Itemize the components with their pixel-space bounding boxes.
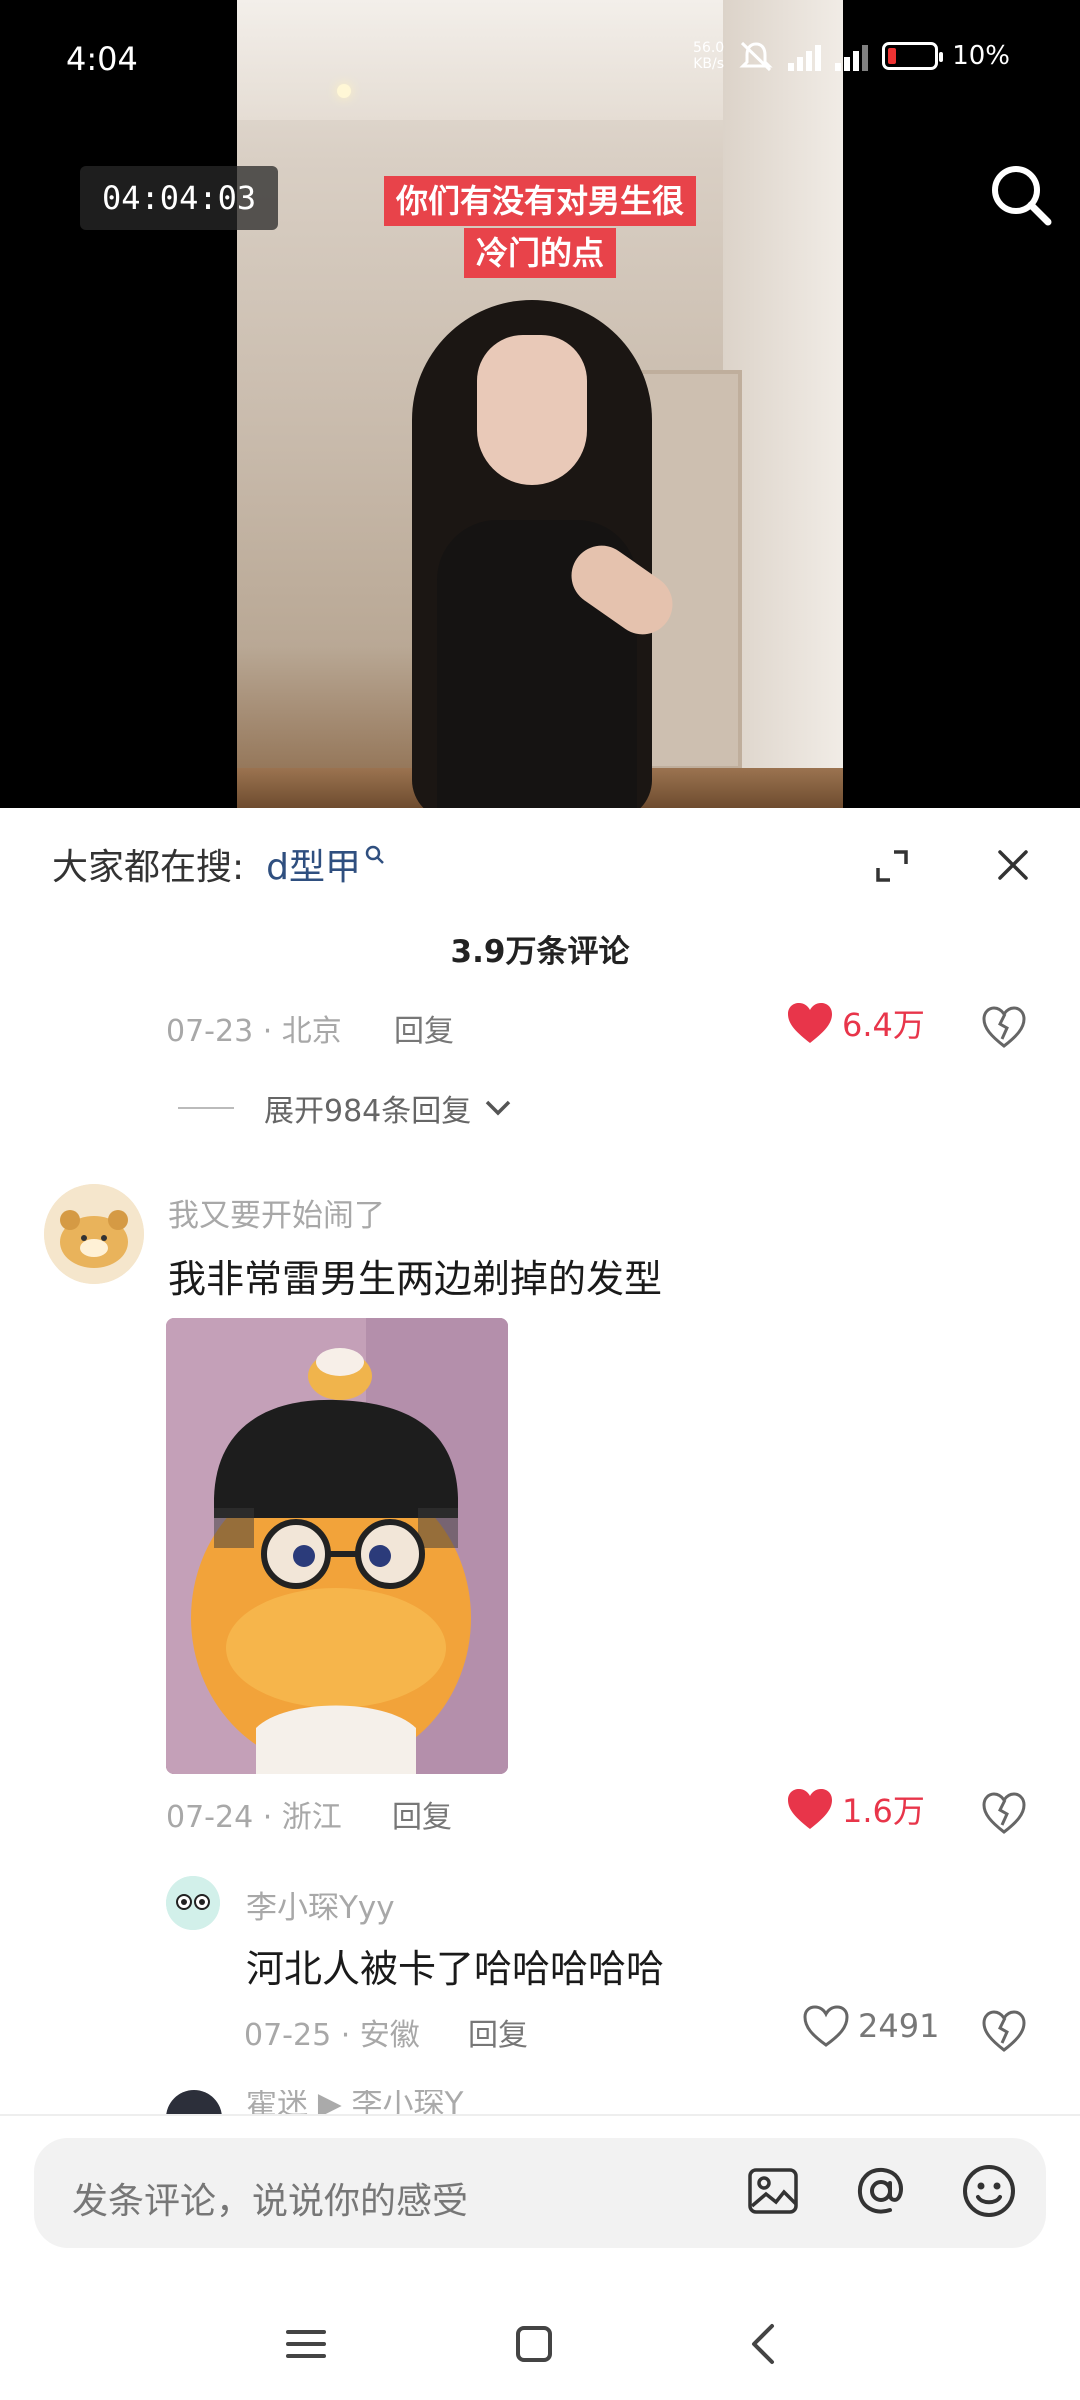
close-icon[interactable]	[996, 848, 1030, 882]
comment-username[interactable]: 我又要开始闹了	[168, 1190, 385, 1235]
caption-line-1: 你们有没有对男生很	[383, 176, 696, 226]
person-face	[477, 335, 587, 485]
bell-muted-icon	[739, 41, 773, 72]
expand-replies-button[interactable]: 展开984条回复	[178, 1086, 513, 1130]
dislike-icon[interactable]	[982, 2010, 1026, 2052]
menu-icon[interactable]	[282, 2320, 330, 2368]
reply-button[interactable]: 回复	[468, 2010, 528, 2054]
keyword-search-icon	[365, 845, 384, 864]
status-indicators: 56.0 KB/s 10%	[693, 40, 1010, 72]
divider	[0, 2114, 1080, 2116]
back-icon[interactable]	[740, 2320, 788, 2368]
search-icon[interactable]	[986, 160, 1056, 230]
trending-label: 大家都在搜:	[52, 847, 245, 888]
video-player[interactable]: 你们有没有对男生很 冷门的点 04:04:03	[0, 0, 1080, 808]
emoji-icon[interactable]	[960, 2162, 1018, 2220]
expand-replies-label: 展开984条回复	[264, 1094, 472, 1129]
network-speed: 56.0 KB/s	[693, 40, 724, 72]
avatar[interactable]	[166, 1876, 220, 1930]
reply-text: 河北人被卡了哈哈哈哈哈	[246, 1947, 665, 1991]
comment-meta: 07-23 · 北京	[166, 1014, 342, 1049]
like-count: 1.6万	[842, 1792, 925, 1830]
battery-level	[888, 48, 897, 64]
bear-avatar-icon	[44, 1184, 144, 1284]
next-reply-peek: 霍迷 ▶ 李小琛Y	[166, 2090, 566, 2114]
avatar[interactable]	[44, 1184, 144, 1284]
comment-text: 我非常雷男生两边剃掉的发型	[168, 1257, 663, 1301]
like-button[interactable]: 2491	[802, 2004, 939, 2048]
like-count: 6.4万	[842, 1006, 925, 1044]
video-timer: 04:04:03	[80, 166, 279, 230]
status-time: 4:04	[66, 40, 138, 78]
heart-filled-icon	[788, 1003, 832, 1043]
avatar	[166, 2090, 222, 2114]
reply-username[interactable]: 李小琛Yyy	[246, 1882, 395, 1927]
reply-avatar-icon	[166, 1876, 220, 1930]
caption-line-2: 冷门的点	[463, 228, 616, 278]
video-caption: 你们有没有对男生很 冷门的点	[365, 176, 715, 278]
battery-icon	[882, 42, 944, 70]
chevron-down-icon	[486, 1100, 511, 1116]
network-speed-value: 56.0	[693, 40, 725, 56]
comment-input-placeholder: 发条评论，说说你的感受	[72, 2181, 469, 2222]
like-button[interactable]: 1.6万	[786, 1786, 925, 1832]
signal-4g-icon	[835, 41, 869, 71]
comment-input[interactable]: 发条评论，说说你的感受	[34, 2138, 1046, 2248]
trending-keyword[interactable]: d型甲	[266, 838, 361, 890]
next-reply-header: 霍迷 ▶ 李小琛Y	[246, 2090, 464, 2114]
image-icon[interactable]	[744, 2162, 802, 2220]
reply-meta: 07-25 · 安徽	[244, 2018, 420, 2053]
mention-icon[interactable]	[852, 2162, 910, 2220]
dislike-icon[interactable]	[982, 1006, 1026, 1048]
battery-percent: 10%	[952, 41, 1010, 71]
network-speed-unit: KB/s	[693, 56, 725, 72]
comment-image[interactable]	[166, 1318, 508, 1774]
dislike-icon[interactable]	[982, 1792, 1026, 1834]
reply-button[interactable]: 回复	[392, 1792, 452, 1836]
reply-button[interactable]: 回复	[394, 1006, 454, 1050]
expand-divider	[178, 1107, 234, 1109]
home-icon[interactable]	[510, 2320, 558, 2368]
heart-filled-icon	[788, 1789, 832, 1829]
duck-meme-illustration	[166, 1318, 508, 1774]
comment-count: 3.9万条评论	[450, 934, 630, 970]
ceiling-light	[337, 84, 351, 98]
system-nav-bar	[0, 2290, 1080, 2400]
like-count: 2491	[858, 2007, 940, 2045]
comment-meta: 07-24 · 浙江	[166, 1800, 342, 1835]
trending-search[interactable]: 大家都在搜: d型甲	[52, 838, 385, 890]
video-frame	[237, 0, 843, 808]
heart-outline-icon	[803, 2005, 849, 2047]
signal-5g-icon	[788, 41, 822, 71]
like-button[interactable]: 6.4万	[786, 1000, 925, 1046]
fullscreen-icon[interactable]	[874, 848, 910, 884]
